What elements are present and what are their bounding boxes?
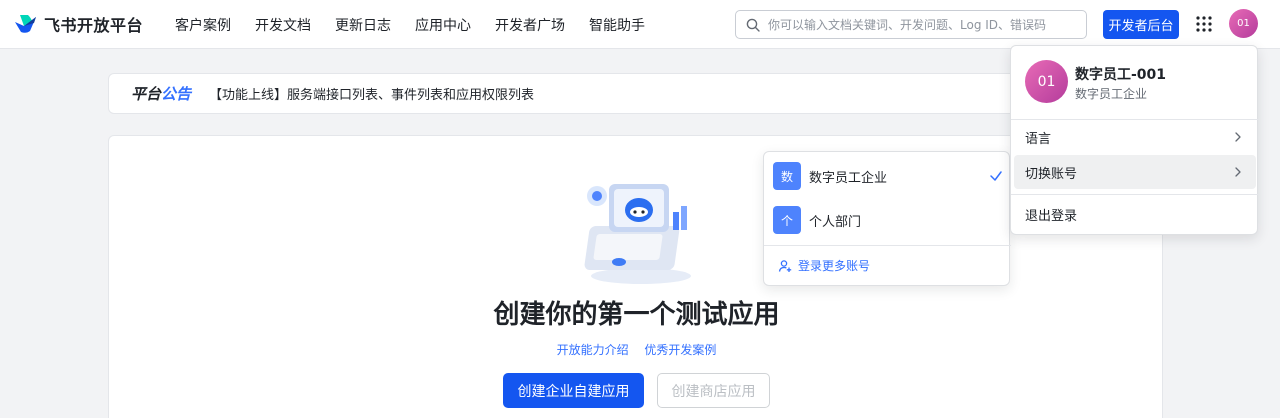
account-item-label: 个人部门 [809, 214, 862, 230]
announcement-title: 平台公告 [131, 83, 191, 104]
profile-name: 数字员工-001 [1075, 67, 1167, 83]
feishu-logo-icon [15, 15, 36, 33]
announcement-bar: 平台公告 【功能上线】服务端接口列表、事件列表和应用权限列表 [108, 73, 1163, 114]
capability-intro-link[interactable]: 开放能力介绍 [557, 343, 629, 357]
menu-item-label: 切换账号 [1025, 166, 1078, 182]
login-more-accounts-link[interactable]: 登录更多账号 [778, 257, 870, 274]
divider [1011, 194, 1259, 195]
robot-laptop-illustration [584, 184, 691, 284]
brand[interactable]: 飞书开放平台 [14, 12, 143, 36]
main-links: 开放能力介绍 优秀开发案例 [109, 341, 1164, 358]
menu-item-label: 退出登录 [1025, 208, 1078, 224]
nav-changelog[interactable]: 更新日志 [335, 15, 391, 35]
profile-dropdown: 01 数字员工-001 数字员工企业 语言 切换账号 退出登录 [1010, 45, 1259, 235]
announcement-title-part2: 公告 [161, 85, 192, 103]
main-heading: 创建你的第一个测试应用 [493, 300, 780, 330]
profile-avatar: 01 [1025, 60, 1068, 103]
create-internal-app-button[interactable]: 创建企业自建应用 [503, 373, 644, 408]
menu-item-language[interactable]: 语言 [1014, 120, 1256, 154]
nav-app-center[interactable]: 应用中心 [415, 15, 471, 35]
check-icon [990, 171, 1002, 181]
search-box[interactable] [735, 10, 1087, 39]
search-icon [746, 18, 760, 32]
login-more-label: 登录更多账号 [798, 259, 871, 273]
account-item-label: 数字员工企业 [809, 170, 888, 186]
search-input[interactable] [768, 17, 1078, 32]
create-store-app-button: 创建商店应用 [657, 373, 770, 408]
chevron-right-icon [1235, 167, 1241, 177]
divider [764, 245, 1011, 246]
dev-cases-link[interactable]: 优秀开发案例 [644, 343, 716, 357]
brand-name: 飞书开放平台 [44, 16, 144, 35]
menu-item-logout[interactable]: 退出登录 [1014, 197, 1256, 231]
nav-customer-cases[interactable]: 客户案例 [175, 15, 231, 35]
menu-item-label: 语言 [1025, 131, 1052, 147]
profile-org: 数字员工企业 [1075, 87, 1148, 101]
nav-dev-docs[interactable]: 开发文档 [255, 15, 311, 35]
nav-ai-assistant[interactable]: 智能助手 [589, 15, 645, 35]
menu-item-switch-account[interactable]: 切换账号 [1014, 155, 1256, 189]
app-grid-icon[interactable] [1195, 15, 1213, 33]
account-item-personal[interactable]: 个 个人部门 [773, 204, 1003, 236]
announcement-title-part1: 平台 [131, 85, 162, 103]
switch-account-submenu: 数 数字员工企业 个 个人部门 登录更多账号 [763, 151, 1011, 286]
chevron-right-icon [1235, 132, 1241, 142]
add-user-icon [778, 259, 792, 272]
account-item-company[interactable]: 数 数字员工企业 [773, 160, 1003, 192]
top-navbar: 飞书开放平台 客户案例 开发文档 更新日志 应用中心 开发者广场 智能助手 开发… [0, 0, 1280, 49]
announcement-text[interactable]: 【功能上线】服务端接口列表、事件列表和应用权限列表 [209, 84, 534, 103]
org-avatar: 个 [773, 206, 801, 234]
user-avatar[interactable]: 01 [1229, 9, 1258, 38]
org-avatar: 数 [773, 162, 801, 190]
nav-dev-community[interactable]: 开发者广场 [495, 15, 565, 35]
main-nav: 客户案例 开发文档 更新日志 应用中心 开发者广场 智能助手 [175, 15, 669, 35]
developer-console-button[interactable]: 开发者后台 [1103, 10, 1179, 39]
